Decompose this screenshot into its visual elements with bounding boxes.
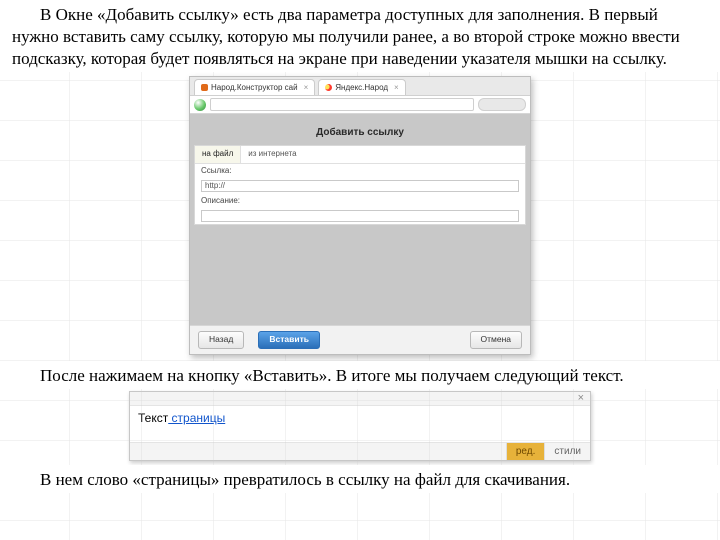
paragraph-1: В Окне «Добавить ссылку» есть два параме… bbox=[0, 0, 720, 72]
tab-internet[interactable]: из интернета bbox=[241, 146, 303, 162]
close-icon[interactable]: × bbox=[304, 83, 309, 93]
browser-action-button[interactable] bbox=[478, 98, 526, 111]
back-button[interactable]: Назад bbox=[198, 331, 244, 348]
close-icon[interactable]: × bbox=[572, 392, 590, 405]
cancel-button[interactable]: Отмена bbox=[470, 331, 523, 348]
paragraph-2: После нажимаем на кнопку «Вставить». В и… bbox=[0, 361, 720, 389]
dialog-panel: на файл из интернета Ссылка: http:// Опи… bbox=[194, 145, 526, 225]
dialog-title: Добавить ссылку bbox=[190, 124, 530, 145]
widget-tabs: ред. стили bbox=[130, 442, 590, 460]
yandex-favicon-icon bbox=[325, 84, 332, 91]
description-input[interactable] bbox=[201, 210, 519, 222]
paragraph-3-text: В нем слово «страницы» превратилось в сс… bbox=[40, 470, 570, 489]
add-link-dialog: Народ.Конструктор сай × Яндекс.Народ × Д… bbox=[189, 76, 531, 354]
description-label: Описание: bbox=[201, 196, 243, 206]
close-icon[interactable]: × bbox=[394, 83, 399, 93]
widget-titlebar: × bbox=[130, 392, 590, 406]
widget-text-link[interactable]: страницы bbox=[168, 411, 225, 425]
paragraph-3: В нем слово «страницы» превратилось в сс… bbox=[0, 465, 720, 493]
dialog-backdrop bbox=[190, 225, 530, 325]
link-label: Ссылка: bbox=[201, 166, 243, 176]
browser-address-bar bbox=[190, 96, 530, 114]
tab-styles[interactable]: стили bbox=[544, 443, 590, 460]
browser-tab-1-label: Народ.Конструктор сай bbox=[211, 83, 298, 93]
narod-favicon-icon bbox=[201, 84, 208, 91]
tab-edit[interactable]: ред. bbox=[506, 443, 545, 460]
insert-button[interactable]: Вставить bbox=[258, 331, 320, 348]
browser-tab-2[interactable]: Яндекс.Народ × bbox=[318, 79, 405, 95]
tab-file[interactable]: на файл bbox=[195, 146, 241, 162]
browser-tab-1[interactable]: Народ.Конструктор сай × bbox=[194, 79, 315, 95]
url-input[interactable] bbox=[210, 98, 474, 111]
source-tabs: на файл из интернета bbox=[195, 146, 525, 163]
link-input[interactable]: http:// bbox=[201, 180, 519, 192]
widget-text-plain: Текст bbox=[138, 411, 168, 425]
widget-body[interactable]: Текст страницы bbox=[130, 406, 590, 443]
paragraph-1-text: В Окне «Добавить ссылку» есть два параме… bbox=[12, 5, 680, 68]
text-widget: × Текст страницы ред. стили bbox=[129, 391, 591, 462]
dialog-button-bar: Назад Вставить Отмена bbox=[190, 325, 530, 353]
reload-icon[interactable] bbox=[194, 99, 206, 111]
paragraph-2-text: После нажимаем на кнопку «Вставить». В и… bbox=[40, 366, 624, 385]
browser-tab-2-label: Яндекс.Народ bbox=[335, 83, 388, 93]
browser-tabstrip: Народ.Конструктор сай × Яндекс.Народ × bbox=[190, 77, 530, 96]
